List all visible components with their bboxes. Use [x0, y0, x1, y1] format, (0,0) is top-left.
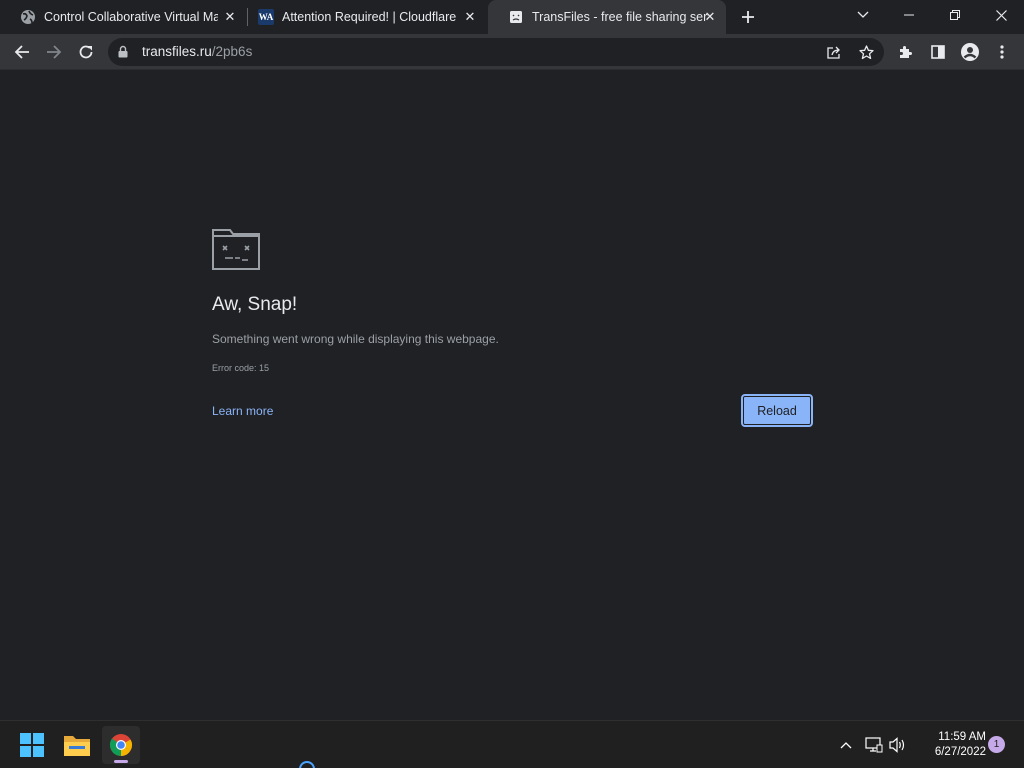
- menu-button[interactable]: [988, 38, 1016, 66]
- tab-title: TransFiles - free file sharing servic: [532, 10, 708, 24]
- active-app-indicator: [114, 760, 128, 763]
- tab-strip: Control Collaborative Virtual Mac ✕ WA A…: [0, 0, 1024, 34]
- tab-title: Attention Required! | Cloudflare: [282, 10, 457, 24]
- close-icon: [995, 9, 1007, 21]
- arrow-left-icon: [14, 45, 29, 59]
- address-bar[interactable]: transfiles.ru/2pb6s: [108, 38, 884, 66]
- chrome-taskbar-button[interactable]: [102, 726, 140, 764]
- forward-button[interactable]: [40, 38, 68, 66]
- minimize-icon: [904, 14, 914, 16]
- learn-more-link[interactable]: Learn more: [212, 404, 273, 418]
- error-description: Something went wrong while displaying th…: [212, 332, 499, 346]
- tab-transfiles[interactable]: TransFiles - free file sharing servic ✕: [488, 0, 726, 34]
- close-tab-icon[interactable]: ✕: [462, 9, 478, 25]
- error-title: Aw, Snap!: [212, 294, 298, 315]
- folder-icon: [64, 736, 90, 756]
- close-tab-icon[interactable]: ✕: [222, 9, 238, 25]
- volume-icon[interactable]: [888, 735, 908, 755]
- puzzle-icon: [900, 46, 912, 58]
- globe-icon: [20, 9, 36, 25]
- back-button[interactable]: [8, 38, 36, 66]
- notification-badge[interactable]: 1: [988, 736, 1005, 753]
- network-icon[interactable]: [864, 735, 884, 755]
- side-panel-button[interactable]: [924, 38, 952, 66]
- tab-control-collaborative[interactable]: Control Collaborative Virtual Mac ✕: [0, 0, 246, 34]
- share-icon[interactable]: [826, 44, 842, 60]
- close-window-button[interactable]: [978, 0, 1024, 30]
- error-page: Aw, Snap! Something went wrong while dis…: [0, 71, 1024, 720]
- side-panel-icon: [931, 45, 945, 59]
- arrow-right-icon: [47, 45, 62, 59]
- restore-icon: [950, 10, 960, 20]
- restore-button[interactable]: [932, 0, 978, 30]
- chrome-icon: [109, 734, 132, 756]
- tab-title: Control Collaborative Virtual Mac: [44, 10, 218, 24]
- bookmark-star-icon[interactable]: [858, 44, 874, 60]
- new-tab-button[interactable]: [736, 5, 760, 29]
- system-clock[interactable]: 11:59 AM 6/27/2022: [914, 730, 986, 760]
- close-tab-icon[interactable]: ✕: [702, 9, 718, 25]
- url-domain: transfiles.ru: [142, 44, 212, 59]
- start-button[interactable]: [13, 726, 51, 764]
- tab-search-button[interactable]: [840, 0, 886, 30]
- sad-folder-icon: [212, 229, 262, 276]
- clock-time: 11:59 AM: [938, 731, 986, 743]
- extensions-button[interactable]: [892, 38, 920, 66]
- wa-logo-icon: WA: [258, 9, 274, 25]
- windows-logo-icon: [20, 733, 44, 757]
- profile-button[interactable]: [956, 38, 984, 66]
- tray-overflow-chevron-icon[interactable]: [836, 735, 856, 755]
- browser-toolbar: transfiles.ru/2pb6s: [0, 34, 1024, 70]
- url-path: /2pb6s: [211, 44, 253, 59]
- lock-icon[interactable]: [118, 45, 128, 63]
- minimize-button[interactable]: [886, 0, 932, 30]
- clock-date: 6/27/2022: [934, 746, 986, 758]
- refresh-icon: [79, 45, 93, 59]
- error-code: Error code: 15: [212, 363, 270, 373]
- kebab-menu-icon: [1000, 45, 1004, 59]
- reload-toolbar-button[interactable]: [72, 38, 100, 66]
- url-text[interactable]: transfiles.ru/2pb6s: [142, 44, 252, 59]
- tab-cloudflare[interactable]: WA Attention Required! | Cloudflare ✕: [238, 0, 486, 34]
- search-highlight-icon: [299, 761, 315, 768]
- taskbar: 11:59 AM 6/27/2022 1: [0, 720, 1024, 768]
- reload-button[interactable]: Reload: [741, 394, 813, 427]
- file-explorer-button[interactable]: [58, 726, 96, 764]
- avatar-icon: [961, 43, 979, 61]
- plus-icon: [742, 11, 754, 23]
- chevron-down-icon: [857, 11, 869, 18]
- sad-tab-icon: [508, 9, 524, 25]
